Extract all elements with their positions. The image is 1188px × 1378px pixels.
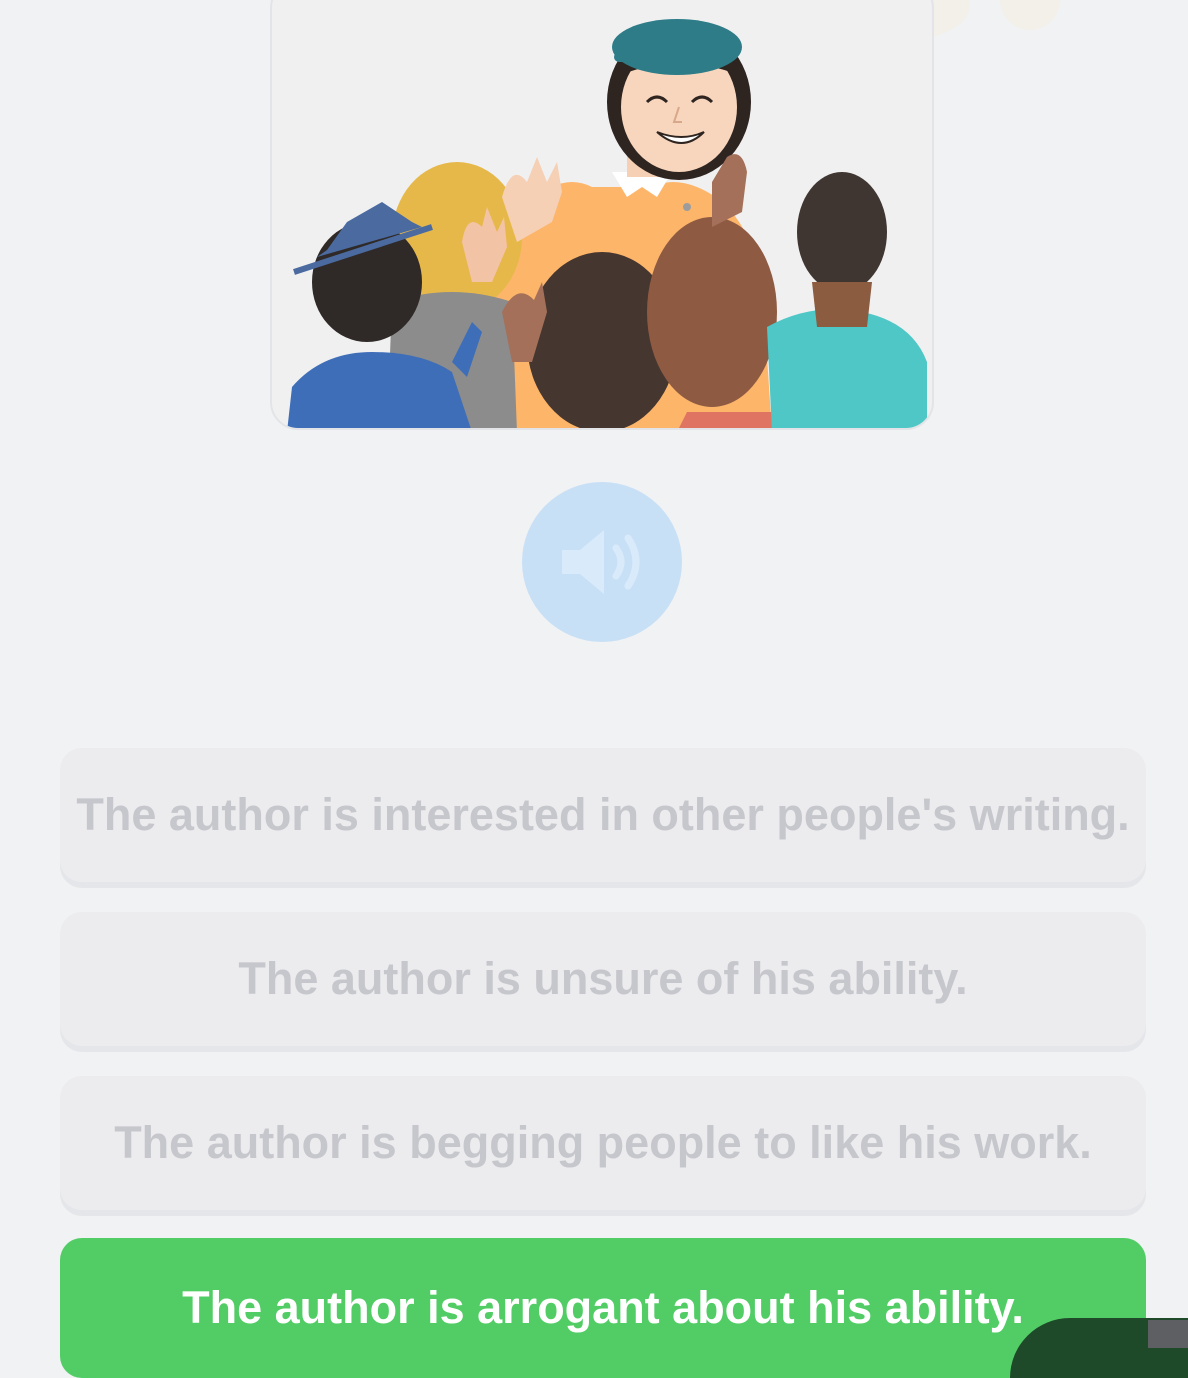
answer-option-4-correct[interactable]: The author is arrogant about his ability… [60,1238,1146,1378]
people-waving-crowd-illustration [287,19,927,428]
decorative-blob [1000,0,1060,30]
speaker-icon [562,530,640,594]
answer-option-label: The author is begging people to like his… [114,1117,1092,1168]
audio-play-button[interactable] [522,482,682,642]
answer-option-label: The author is unsure of his ability. [238,953,968,1004]
answer-option-2[interactable]: The author is unsure of his ability. [60,912,1146,1046]
answer-option-label: The author is interested in other people… [76,789,1130,840]
answer-option-label: The author is arrogant about his ability… [182,1282,1024,1333]
illustration-card [270,0,934,430]
scroll-indicator [1148,1320,1188,1348]
answer-option-1[interactable]: The author is interested in other people… [60,748,1146,882]
answer-option-3[interactable]: The author is begging people to like his… [60,1076,1146,1210]
